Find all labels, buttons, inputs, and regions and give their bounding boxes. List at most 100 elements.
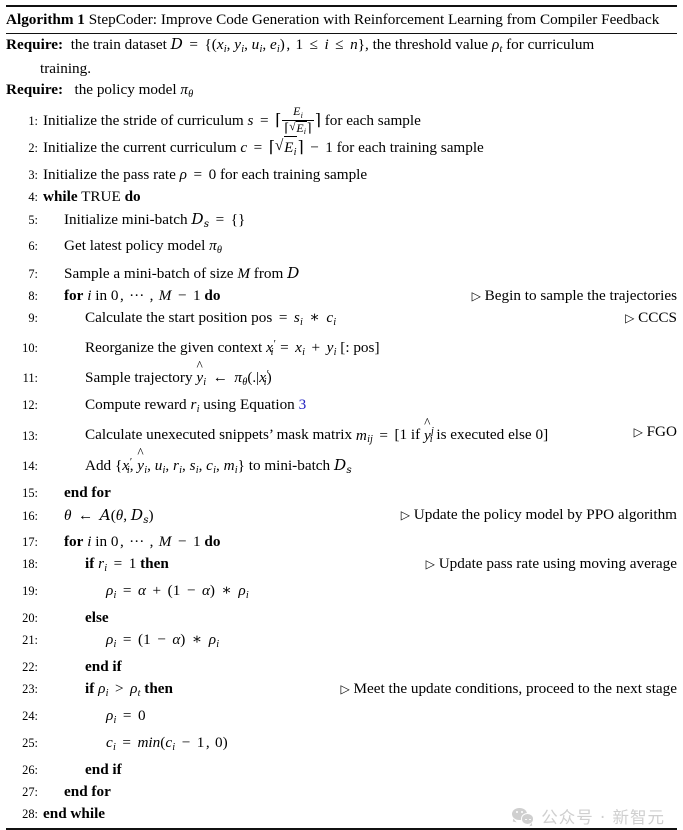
line-body: Initialize the current curriculum c = ⌈E…	[43, 135, 677, 164]
line-body: Sample a mini-batch of size M from D	[64, 263, 300, 282]
line-number: 5:	[28, 212, 38, 227]
algorithm-line: 19: ρi = α + (1 − α) ∗ ρi	[6, 580, 677, 607]
line-number: 19:	[22, 583, 38, 598]
line-number: 15:	[22, 485, 38, 500]
line-number: 14:	[22, 458, 38, 473]
algorithm-line: 5: Initialize mini-batch Ds = {}	[6, 208, 677, 235]
algorithm-block: Algorithm 1 StepCoder: Improve Code Gene…	[0, 5, 683, 830]
line-body: Calculate the start position pos = si ∗ …	[85, 309, 677, 329]
line-body: Sample trajectory yi ← πθ(.|x′i)	[43, 364, 677, 394]
algorithm-line: 6: Get latest policy model πθ	[6, 235, 677, 262]
line-body: Compute reward ri using Equation 3	[85, 396, 307, 416]
line-body: Get latest policy model πθ	[64, 236, 222, 256]
line-number: 2:	[28, 140, 38, 155]
algorithm-line: 27: end for	[6, 781, 677, 803]
algorithm-title: Algorithm 1 StepCoder: Improve Code Gene…	[6, 7, 677, 31]
line-number: 13:	[22, 428, 38, 443]
line-number: 10:	[22, 341, 38, 356]
line-number: 12:	[22, 398, 38, 413]
line-body: Initialize mini-batch Ds = {}	[64, 209, 246, 230]
wechat-icon	[512, 807, 535, 825]
algorithm-line: 15: end for	[6, 482, 677, 504]
require-keyword: Require:	[6, 36, 64, 53]
line-number: 17:	[22, 534, 38, 549]
line-body: if ρi > ρt then ▷ Meet the update condit…	[85, 679, 677, 699]
require-keyword: Require:	[6, 80, 64, 98]
algorithm-line: 21: ρi = (1 − α) ∗ ρi	[6, 629, 677, 656]
line-number: 24:	[22, 708, 38, 723]
line-body: end for	[64, 783, 111, 801]
line-body: ρi = 0	[106, 706, 146, 726]
line-number: 23:	[22, 681, 38, 696]
line-number: 28:	[22, 807, 38, 822]
watermark: 公众号 · 新智元	[512, 804, 665, 828]
algorithm-caption: StepCoder: Improve Code Generation with …	[88, 11, 660, 28]
require-line-1: Require: the train dataset D = {(xi, yi,…	[6, 35, 677, 79]
algorithm-line: 13: Calculate unexecuted snippets’ mask …	[6, 421, 677, 451]
line-body: while TRUE do	[43, 187, 141, 205]
line-body: for i in 0, ··· , M − 1 do ▷ Begin to sa…	[43, 285, 677, 307]
algorithm-line: 11: Sample trajectory yi ← πθ(.|x′i)	[6, 364, 677, 394]
algorithm-line: 14: Add {x′i, yi, ui, ri, si, ci, mi} to…	[6, 452, 677, 482]
line-body: ρi = α + (1 − α) ∗ ρi	[106, 581, 249, 601]
equation-reference-link[interactable]: 3	[299, 396, 307, 413]
line-number: 3:	[28, 167, 38, 182]
line-body: Initialize the pass rate ρ = 0 for each …	[43, 165, 368, 183]
line-body: end if	[85, 760, 122, 778]
line-number: 27:	[22, 785, 38, 800]
algorithm-line: 10: Reorganize the given context x′i = x…	[6, 334, 677, 364]
line-number: 18:	[22, 556, 38, 571]
algorithm-line: 20: else	[6, 607, 677, 629]
algorithm-line: 24: ρi = 0	[6, 705, 677, 732]
line-body: Reorganize the given context x′i = xi + …	[85, 339, 380, 359]
line-body: end for	[64, 483, 111, 501]
algorithm-line: 7: Sample a mini-batch of size M from D	[6, 262, 677, 285]
line-comment: ▷ FGO	[633, 423, 677, 441]
algorithm-line: 3: Initialize the pass rate ρ = 0 for ea…	[6, 164, 677, 186]
algorithm-line: 12: Compute reward ri using Equation 3	[6, 394, 677, 421]
algorithm-line: 1: Initialize the stride of curriculum s…	[6, 105, 677, 136]
line-number: 20:	[22, 610, 38, 625]
algorithm-lines: 1: Initialize the stride of curriculum s…	[6, 105, 677, 825]
line-body: for i in 0, ··· , M − 1 do	[64, 532, 221, 550]
header-rule	[6, 33, 677, 34]
line-comment: ▷ Begin to sample the trajectories	[471, 287, 677, 305]
algorithm-line: 18: if ri = 1 then ▷ Update pass rate us…	[6, 553, 677, 580]
line-body: Initialize the stride of curriculum s = …	[43, 105, 677, 136]
require-text: the train dataset D = {(xi, yi, ui, ei),…	[66, 35, 595, 55]
require-text: the policy model πθ	[66, 80, 194, 100]
line-body: θ ← A(θ, Ds) ▷ Update the policy model b…	[64, 505, 677, 526]
algorithm-line: 26: end if	[6, 759, 677, 781]
algorithm-line: 16: θ ← A(θ, Ds) ▷ Update the policy mod…	[6, 504, 677, 531]
line-body: ci = min(ci − 1, 0)	[106, 733, 228, 753]
line-comment: ▷ Update the policy model by PPO algorit…	[400, 505, 677, 523]
line-number: 11:	[22, 371, 38, 386]
line-comment: ▷ Update pass rate using moving average	[425, 554, 677, 572]
require-line-2: Require: the policy model πθ	[6, 80, 677, 104]
line-body: else	[85, 608, 109, 626]
require-text-continuation: training.	[40, 60, 92, 78]
line-number: 4:	[28, 189, 38, 204]
line-comment: ▷ CCCS	[625, 309, 677, 327]
algorithm-line: 23: if ρi > ρt then ▷ Meet the update co…	[6, 678, 677, 705]
line-number: 7:	[28, 266, 38, 281]
line-number: 25:	[22, 735, 38, 750]
line-number: 6:	[28, 238, 38, 253]
line-number: 16:	[22, 508, 38, 523]
algorithm-line: 8: for i in 0, ··· , M − 1 do ▷ Begin to…	[6, 285, 677, 307]
algorithm-line: 9: Calculate the start position pos = si…	[6, 307, 677, 334]
line-body: Add {x′i, yi, ui, ri, si, ci, mi} to min…	[43, 452, 677, 482]
line-number: 1:	[28, 114, 38, 129]
watermark-text: 公众号 · 新智元	[541, 808, 665, 828]
line-comment: ▷ Meet the update conditions, proceed to…	[340, 679, 677, 697]
algorithm-line: 2: Initialize the current curriculum c =…	[6, 135, 677, 164]
line-number: 21:	[22, 632, 38, 647]
algorithm-label: Algorithm 1	[6, 11, 85, 28]
line-body: if ri = 1 then ▷ Update pass rate using …	[85, 554, 677, 574]
algorithm-line: 25: ci = min(ci − 1, 0)	[6, 732, 677, 759]
algorithm-line: 17: for i in 0, ··· , M − 1 do	[6, 531, 677, 553]
line-body: ρi = (1 − α) ∗ ρi	[106, 630, 220, 650]
line-number: 26:	[22, 762, 38, 777]
line-number: 8:	[28, 289, 38, 304]
line-number: 9:	[28, 311, 38, 326]
